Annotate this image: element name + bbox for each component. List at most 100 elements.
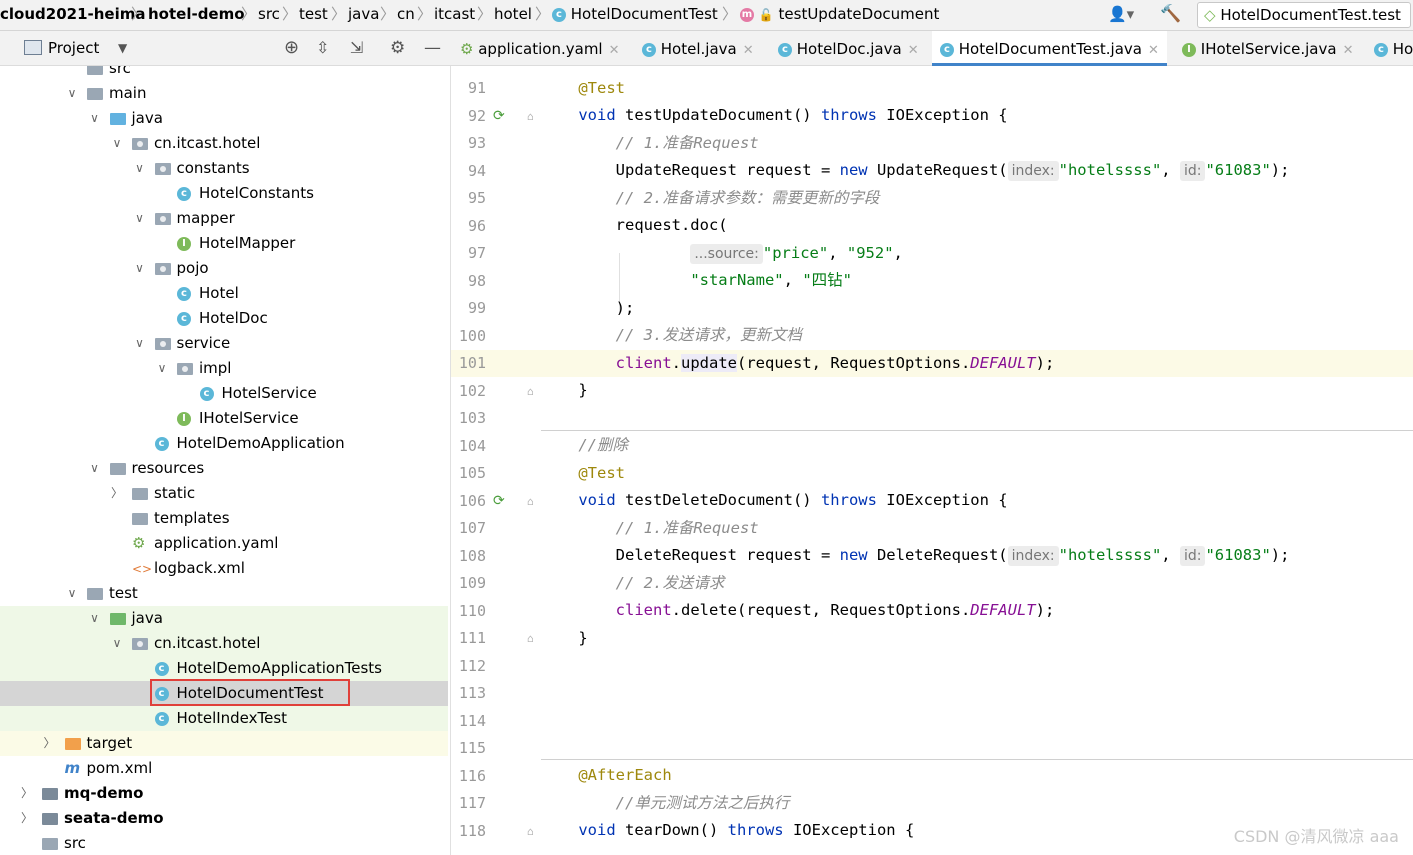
tree-item[interactable]: ∨ pojo (0, 256, 448, 281)
tree-item[interactable]: ⚙ application.yaml (0, 531, 448, 556)
tree-item[interactable]: 〉 seata-demo (0, 806, 448, 831)
tree-item[interactable]: ∨ constants (0, 156, 448, 181)
run-config-select[interactable]: ◇ HotelDocumentTest.test (1197, 2, 1411, 28)
chevron-down-icon[interactable]: ∨ (133, 156, 147, 181)
fold-icon[interactable]: ⌂ (527, 625, 534, 652)
tree-item-label: src (64, 834, 86, 852)
tab-application-yaml[interactable]: ⚙ application.yaml ✕ (460, 31, 620, 65)
chevron-right-icon[interactable]: 〉 (20, 781, 34, 806)
fold-icon[interactable]: ⌂ (527, 818, 534, 845)
code-line-106: void testDeleteDocument() throws IOExcep… (578, 491, 1008, 509)
close-icon[interactable]: ✕ (908, 43, 919, 58)
method-separator (541, 759, 1413, 760)
tree-item[interactable]: src (0, 831, 448, 855)
locate-icon[interactable]: ⊕ (284, 31, 299, 65)
tree-item[interactable]: ∨ resources (0, 456, 448, 481)
close-icon[interactable]: ✕ (1343, 43, 1354, 58)
chevron-down-icon[interactable]: ∨ (65, 581, 79, 606)
chevron-right-icon[interactable]: 〉 (20, 806, 34, 831)
tree-item[interactable]: ∨ main (0, 81, 448, 106)
package-icon (177, 356, 193, 381)
crumb-project[interactable]: cloud2021-heima (0, 0, 145, 30)
tree-item[interactable]: 〉 mq-demo (0, 781, 448, 806)
tree-item[interactable]: ∨ cn.itcast.hotel (0, 131, 448, 156)
code-editor[interactable]: @Test void testUpdateDocument() throws I… (541, 66, 1413, 855)
chevron-down-icon[interactable]: ∨ (133, 331, 147, 356)
crumb-src[interactable]: src (258, 0, 280, 30)
run-test-icon[interactable]: ⟳ (493, 488, 505, 515)
user-icon[interactable]: 👤▾ (1108, 0, 1134, 30)
fold-icon[interactable]: ⌂ (527, 103, 534, 130)
tree-item[interactable]: c HotelDemoApplicationTests (0, 656, 448, 681)
tree-item-label: HotelService (221, 384, 317, 402)
tree-item[interactable]: src (0, 66, 448, 81)
tree-item[interactable]: 〉 static (0, 481, 448, 506)
chevron-down-icon[interactable]: ∨ (88, 106, 102, 131)
run-config-label: HotelDocumentTest.test (1220, 6, 1401, 24)
close-icon[interactable]: ✕ (1148, 43, 1159, 58)
tree-item[interactable]: templates (0, 506, 448, 531)
crumb-java[interactable]: java (348, 0, 379, 30)
tree-item-label: IHotelService (199, 409, 299, 427)
chevron-down-icon[interactable]: ∨ (88, 606, 102, 631)
chevron-down-icon[interactable]: ∨ (110, 131, 124, 156)
tree-item[interactable]: c HotelDemoApplication (0, 431, 448, 456)
tree-item[interactable]: c HotelService (0, 381, 448, 406)
fold-icon[interactable]: ⌂ (527, 488, 534, 515)
crumb-module[interactable]: hotel-demo (148, 0, 245, 30)
tree-item[interactable]: ∨ mapper (0, 206, 448, 231)
tree-item[interactable]: I IHotelService (0, 406, 448, 431)
crumb-test[interactable]: test (299, 0, 328, 30)
crumb-class[interactable]: c HotelDocumentTest (552, 0, 718, 30)
tree-item[interactable]: ∨ cn.itcast.hotel (0, 631, 448, 656)
tab-overflow[interactable]: c Ho (1374, 31, 1413, 65)
chevron-down-icon[interactable]: ∨ (133, 206, 147, 231)
chevron-right-icon[interactable]: 〉 (110, 481, 124, 506)
tree-item[interactable]: c HotelIndexTest (0, 706, 448, 731)
folder-icon (87, 581, 103, 606)
tree-item[interactable]: ∨ test (0, 581, 448, 606)
chevron-down-icon[interactable]: ∨ (65, 81, 79, 106)
crumb-itcast[interactable]: itcast (434, 0, 475, 30)
tree-item[interactable]: 〉 target (0, 731, 448, 756)
tab-hotel-java[interactable]: c Hotel.java ✕ (642, 31, 754, 65)
chevron-down-icon[interactable]: ∨ (133, 256, 147, 281)
tree-item[interactable]: I HotelMapper (0, 231, 448, 256)
tree-item[interactable]: <> logback.xml (0, 556, 448, 581)
tree-item[interactable]: ∨ java (0, 106, 448, 131)
chevron-down-icon[interactable]: ∨ (155, 356, 169, 381)
tree-item[interactable]: ∨ impl (0, 356, 448, 381)
tree-item[interactable]: c Hotel (0, 281, 448, 306)
chevron-right-icon[interactable]: 〉 (43, 731, 57, 756)
crumb-separator: 〉 (282, 5, 298, 23)
tree-item[interactable]: c HotelConstants (0, 181, 448, 206)
chevron-down-icon[interactable]: ▼ (118, 31, 127, 65)
interface-icon: I (1182, 42, 1196, 57)
close-icon[interactable]: ✕ (743, 43, 754, 58)
gear-icon[interactable]: ⚙ (390, 31, 405, 65)
tree-item[interactable]: c HotelDoc (0, 306, 448, 331)
crumb-hotel[interactable]: hotel (494, 0, 532, 30)
tab-hoteldoc-java[interactable]: c HotelDoc.java ✕ (778, 31, 919, 65)
tab-ihotelservice-java[interactable]: I IHotelService.java ✕ (1182, 31, 1353, 65)
tree-item[interactable]: ∨ java (0, 606, 448, 631)
build-hammer-icon[interactable]: 🔨 (1160, 0, 1181, 30)
expand-all-icon[interactable]: ⇳ (316, 31, 329, 65)
crumb-method[interactable]: m 🔓 testUpdateDocument (740, 0, 939, 30)
collapse-all-icon[interactable]: ⇲ (350, 31, 363, 65)
run-test-icon[interactable]: ⟳ (493, 103, 505, 130)
tab-label: HotelDocumentTest.java (958, 40, 1142, 58)
tree-item-label: HotelDoc (199, 309, 268, 327)
chevron-down-icon[interactable]: ∨ (88, 456, 102, 481)
crumb-cn[interactable]: cn (397, 0, 415, 30)
tab-hoteldocumenttest-java[interactable]: c HotelDocumentTest.java ✕ (932, 31, 1167, 66)
minimize-icon[interactable]: — (424, 31, 441, 65)
test-class-icon: c (154, 656, 169, 681)
tree-item[interactable]: m pom.xml (0, 756, 448, 781)
close-icon[interactable]: ✕ (609, 43, 620, 58)
tree-item[interactable]: ∨ service (0, 331, 448, 356)
chevron-down-icon[interactable]: ∨ (110, 631, 124, 656)
fold-icon[interactable]: ⌂ (527, 378, 534, 405)
tree-item[interactable]: c HotelDocumentTest (0, 679, 448, 706)
project-panel-title[interactable]: Project (48, 31, 99, 65)
